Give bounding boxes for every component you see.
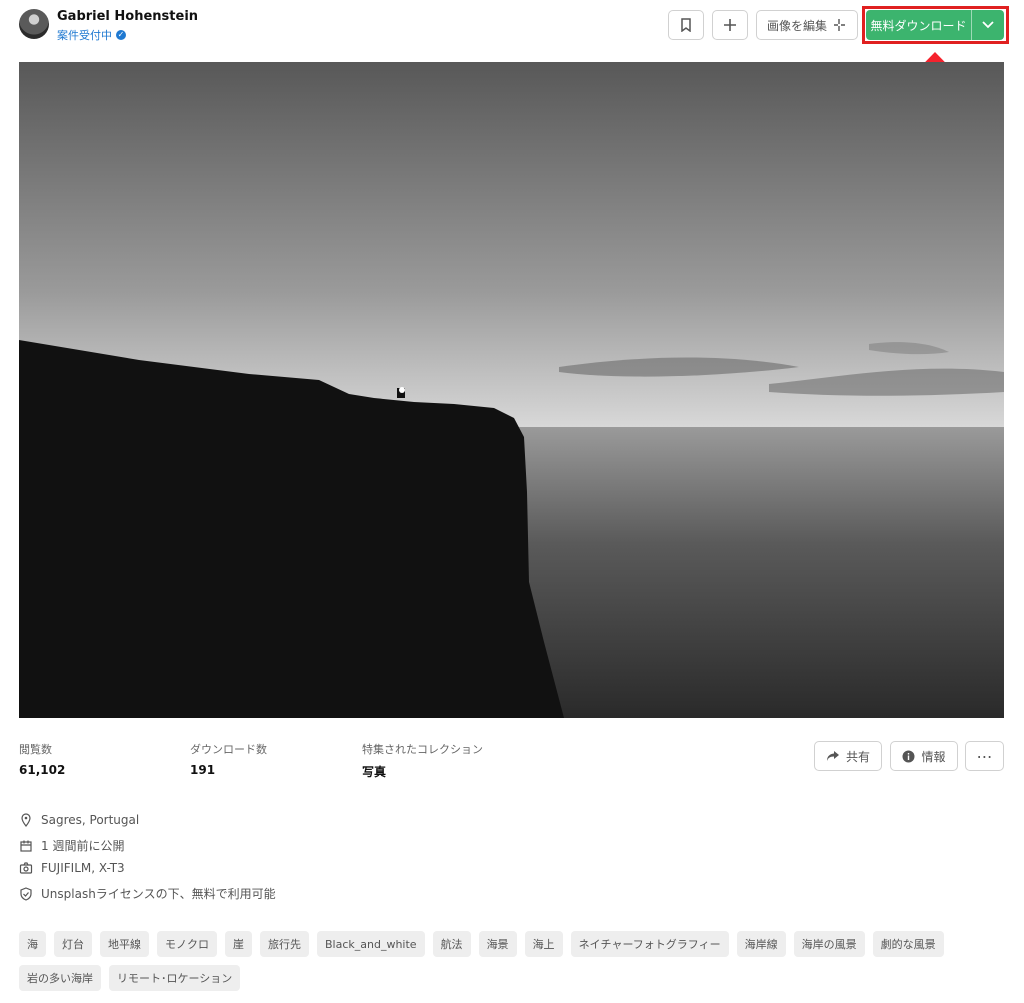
stat-featured-collection: 特集されたコレクション 写真: [362, 741, 483, 780]
share-button[interactable]: 共有: [814, 741, 882, 771]
author-status-label: 案件受付中: [57, 29, 112, 42]
info-icon: [902, 750, 915, 762]
info-label: 情報: [921, 749, 946, 764]
tag-item[interactable]: 海: [19, 931, 46, 957]
chevron-down-icon: [982, 21, 994, 29]
tag-item[interactable]: Black_and_white: [317, 931, 425, 957]
tag-item[interactable]: 海景: [478, 931, 517, 957]
bookmark-icon: [681, 18, 691, 32]
tag-item[interactable]: 航法: [432, 931, 471, 957]
tag-item[interactable]: 海岸線: [736, 931, 786, 957]
stat-label: 特集されたコレクション: [362, 743, 483, 756]
author-status: 案件受付中 ✓: [57, 27, 126, 43]
plus-icon: [724, 19, 736, 31]
tag-item[interactable]: 崖: [225, 931, 252, 957]
edit-image-button[interactable]: 画像を編集: [756, 10, 858, 40]
tag-item[interactable]: 岩の多い海岸: [19, 965, 101, 991]
stat-views: 閲覧数 61,102: [19, 741, 65, 777]
location-text[interactable]: Sagres, Portugal: [41, 813, 139, 827]
stat-downloads: ダウンロード数 191: [190, 741, 267, 777]
stat-value: 191: [190, 763, 216, 777]
tag-list: 海 灯台 地平線 モノクロ 崖 旅行先 Black_and_white 航法 海…: [19, 931, 1009, 991]
share-label: 共有: [845, 749, 870, 764]
more-options-button[interactable]: ⋯: [965, 741, 1004, 771]
location-pin-icon: [21, 813, 31, 827]
tag-item[interactable]: モノクロ: [157, 931, 217, 957]
tag-item[interactable]: 灯台: [54, 931, 92, 957]
main-photo[interactable]: [19, 62, 1004, 718]
free-download-button[interactable]: 無料ダウンロード: [866, 10, 1004, 40]
stat-value[interactable]: 写真: [362, 763, 483, 780]
author-name[interactable]: Gabriel Hohenstein: [57, 9, 198, 24]
sparkle-icon: [834, 19, 845, 31]
edit-image-label: 画像を編集: [766, 18, 827, 33]
add-to-collection-button[interactable]: [712, 10, 748, 40]
calendar-icon: [20, 840, 32, 852]
more-options-icon: ⋯: [976, 746, 993, 766]
verified-icon: ✓: [116, 30, 126, 40]
stat-label: ダウンロード数: [190, 743, 267, 756]
stat-label: 閲覧数: [19, 743, 52, 756]
tag-item[interactable]: ネイチャーフォトグラフィー: [570, 931, 729, 957]
published-text: 1 週間前に公開: [41, 839, 125, 853]
shield-check-icon: [20, 886, 32, 901]
tag-item[interactable]: リモート･ロケーション: [109, 965, 241, 991]
location-row: Sagres, Portugal: [19, 813, 139, 827]
tag-item[interactable]: 旅行先: [260, 931, 309, 957]
tag-item[interactable]: 海岸の風景: [793, 931, 865, 957]
download-label: 無料ダウンロード: [866, 10, 972, 40]
license-text[interactable]: Unsplashライセンスの下、無料で利用可能: [41, 885, 276, 902]
published-row: 1 週間前に公開: [19, 837, 124, 854]
tag-item[interactable]: 劇的な風景: [872, 931, 944, 957]
stat-value: 61,102: [19, 763, 66, 777]
author-avatar[interactable]: [19, 9, 49, 39]
tag-item[interactable]: 地平線: [100, 931, 149, 957]
bookmark-button[interactable]: [668, 10, 704, 40]
tag-item[interactable]: 海上: [524, 931, 563, 957]
info-button[interactable]: 情報: [890, 741, 958, 771]
share-arrow-icon: [826, 751, 839, 761]
camera-row: FUJIFILM, X-T3: [19, 861, 125, 875]
photo-content: [19, 62, 1004, 718]
camera-text: FUJIFILM, X-T3: [41, 861, 125, 875]
license-row: Unsplashライセンスの下、無料で利用可能: [19, 885, 276, 902]
download-options-dropdown[interactable]: [972, 10, 1004, 40]
camera-icon: [19, 862, 33, 874]
